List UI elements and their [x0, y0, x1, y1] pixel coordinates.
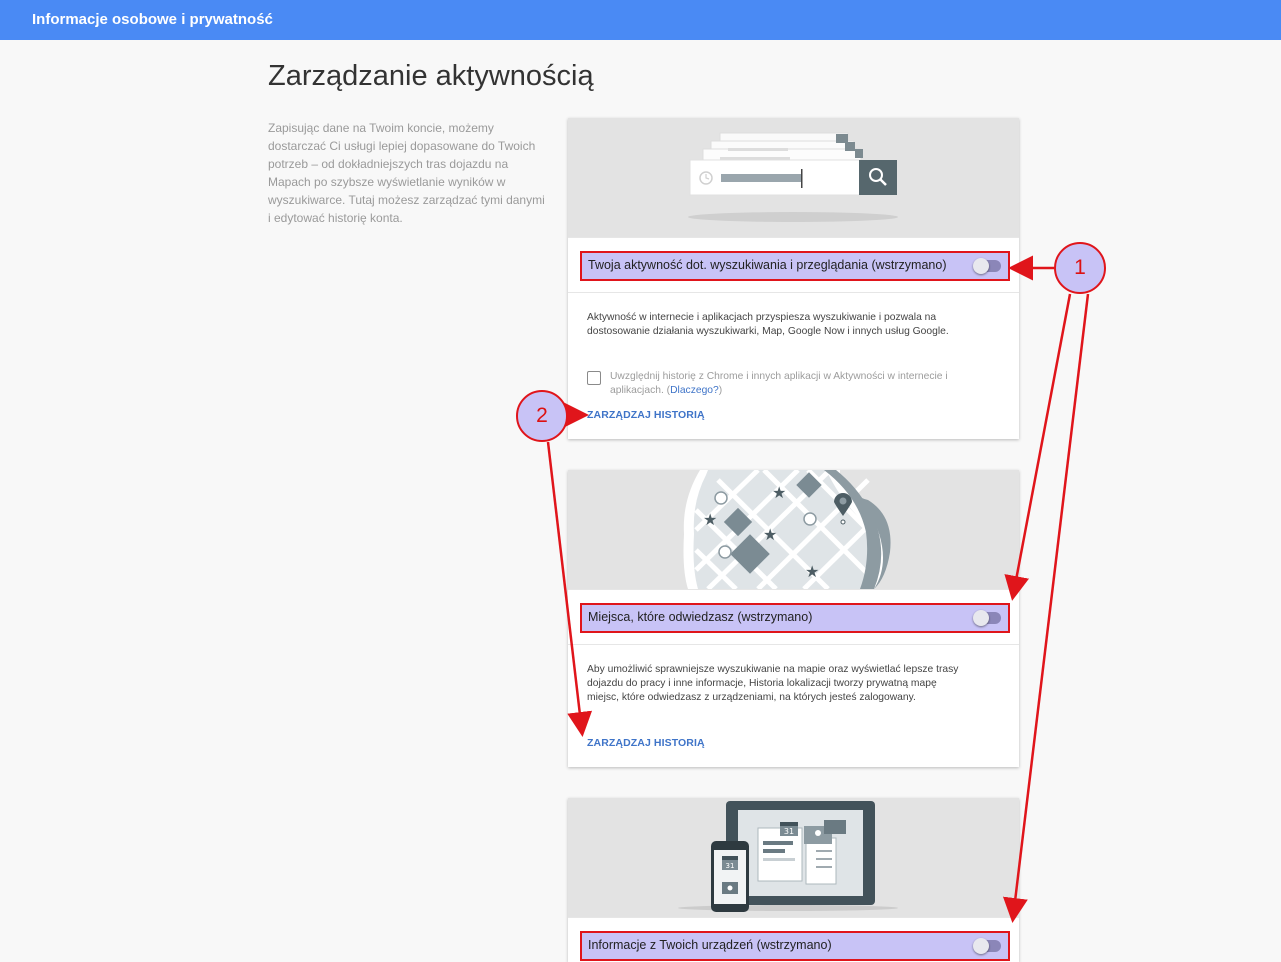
svg-text:★: ★ — [703, 510, 717, 529]
app-title[interactable]: Informacje osobowe i prywatność — [32, 11, 273, 28]
annotation-callout-2: 2 — [516, 390, 568, 442]
search-activity-title: Twoja aktywność dot. wyszukiwania i prze… — [588, 258, 947, 272]
annotation-callout-1: 1 — [1054, 242, 1106, 294]
svg-text:★: ★ — [763, 525, 777, 544]
devices-illustration: 31 31 — [568, 798, 1019, 917]
location-history-description: Aby umożliwić sprawniejsze wyszukiwanie … — [587, 664, 959, 704]
location-history-title: Miejsca, które odwiedzasz (wstrzymano) — [588, 610, 813, 624]
top-app-bar: Informacje osobowe i prywatność — [0, 0, 1281, 40]
chrome-history-checkbox-label: Uwzględnij historię z Chrome i innych ap… — [610, 371, 948, 397]
manage-location-history-link[interactable]: ZARZĄDZAJ HISTORIĄ — [587, 737, 705, 749]
search-activity-toggle-row[interactable]: Twoja aktywność dot. wyszukiwania i prze… — [580, 251, 1010, 281]
search-activity-description: Aktywność w internecie i aplikacjach prz… — [587, 312, 949, 338]
search-activity-toggle[interactable] — [973, 258, 1001, 274]
location-history-toggle-row[interactable]: Miejsca, które odwiedzasz (wstrzymano) — [580, 603, 1010, 633]
svg-text:★: ★ — [805, 562, 819, 581]
chrome-history-checkbox[interactable] — [587, 371, 601, 385]
devices-icon: 31 31 — [678, 801, 898, 912]
card-device-information: 31 31 Informacje z Twoich urządzeń (wstr… — [568, 798, 1019, 962]
location-history-toggle[interactable] — [973, 610, 1001, 626]
intro-text: Zapisując dane na Twoim koncie, możemy d… — [268, 121, 545, 225]
device-info-title: Informacje z Twoich urządzeń (wstrzymano… — [588, 938, 832, 952]
search-history-illustration-icon — [688, 132, 898, 222]
manage-search-history-link[interactable]: ZARZĄDZAJ HISTORIĄ — [587, 409, 705, 421]
device-info-toggle-row[interactable]: Informacje z Twoich urządzeń (wstrzymano… — [580, 931, 1010, 961]
why-link[interactable]: Dlaczego? — [670, 385, 719, 396]
svg-text:31: 31 — [726, 862, 735, 870]
map-icon: ★ ★ ★ ★ — [683, 470, 891, 589]
search-illustration — [568, 118, 1019, 237]
card-location-history: ★ ★ ★ ★ Miejsca, które odwiedzasz (wstrz… — [568, 470, 1019, 767]
page-title: Zarządzanie aktywnością — [268, 60, 594, 92]
svg-text:31: 31 — [784, 827, 794, 836]
map-illustration: ★ ★ ★ ★ — [568, 470, 1019, 589]
svg-text:★: ★ — [772, 483, 786, 502]
device-info-toggle[interactable] — [973, 938, 1001, 954]
card-search-activity: Twoja aktywność dot. wyszukiwania i prze… — [568, 118, 1019, 439]
